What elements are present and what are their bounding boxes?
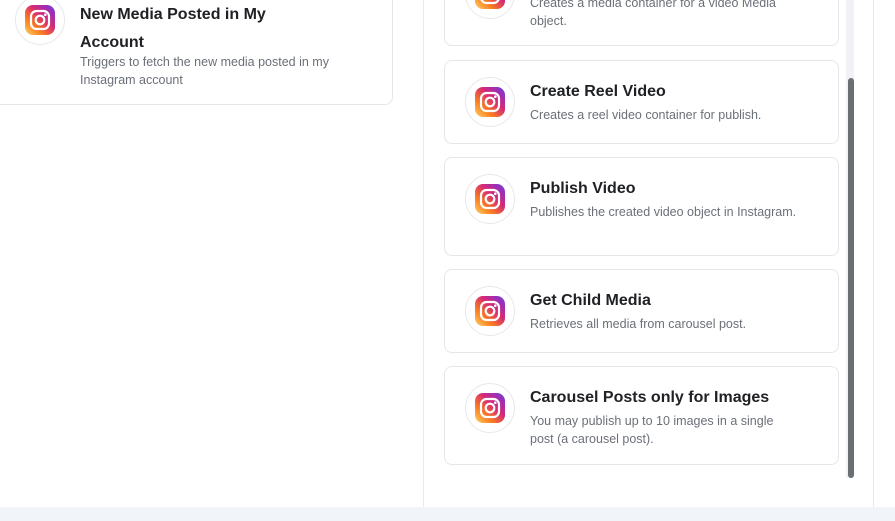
- action-title: Carousel Posts only for Images: [530, 389, 770, 406]
- action-card-create-reel-video[interactable]: Create Reel Video Creates a reel video c…: [444, 60, 839, 144]
- trigger-description: Triggers to fetch the new media posted i…: [80, 55, 329, 87]
- action-card-create-video-container[interactable]: Creates a media container for a video Me…: [444, 0, 839, 46]
- trigger-icon-badge: [15, 0, 65, 45]
- instagram-icon: [475, 0, 505, 9]
- action-icon-badge: [465, 383, 515, 433]
- triggers-panel: New Media Posted in My Account Triggers …: [0, 0, 424, 507]
- action-card-carousel-posts[interactable]: Carousel Posts only for Images You may p…: [444, 366, 839, 465]
- action-description: Creates a media container for a video Me…: [530, 0, 776, 28]
- trigger-title: New Media Posted in My Account: [80, 6, 266, 51]
- action-title: Get Child Media: [530, 292, 651, 309]
- action-icon-badge: [465, 77, 515, 127]
- panel-divider: [873, 0, 874, 507]
- action-icon-badge: [465, 0, 515, 19]
- actions-scrollbar-thumb[interactable]: [848, 78, 854, 478]
- instagram-icon: [475, 393, 505, 423]
- action-card-get-child-media[interactable]: Get Child Media Retrieves all media from…: [444, 269, 839, 353]
- instagram-icon: [475, 184, 505, 214]
- action-description: You may publish up to 10 images in a sin…: [530, 414, 774, 446]
- instagram-icon: [475, 87, 505, 117]
- footer-strip: [0, 507, 895, 521]
- integration-page: New Media Posted in My Account Triggers …: [0, 0, 895, 521]
- instagram-icon: [25, 5, 55, 35]
- action-title: Publish Video: [530, 180, 636, 197]
- action-icon-badge: [465, 174, 515, 224]
- instagram-icon: [475, 296, 505, 326]
- action-description: Creates a reel video container for publi…: [530, 108, 762, 122]
- action-icon-badge: [465, 286, 515, 336]
- action-card-publish-video[interactable]: Publish Video Publishes the created vide…: [444, 157, 839, 256]
- action-description: Retrieves all media from carousel post.: [530, 317, 747, 331]
- action-title: Create Reel Video: [530, 83, 666, 100]
- action-description: Publishes the created video object in In…: [530, 205, 797, 219]
- trigger-card-new-media[interactable]: New Media Posted in My Account Triggers …: [0, 0, 393, 105]
